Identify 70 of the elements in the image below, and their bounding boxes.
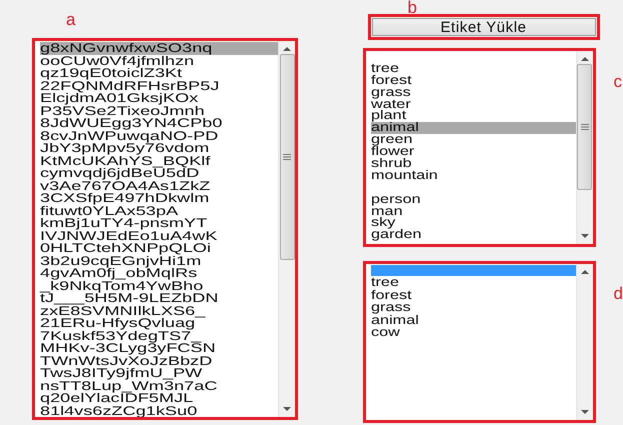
list-item[interactable]: animal — [370, 122, 576, 134]
list-item[interactable]: ElcjdmA01GksjKOx — [40, 92, 278, 104]
list-item[interactable]: TwsJ8ITy9jfmU_PW — [40, 367, 278, 380]
list-item[interactable]: animal — [370, 314, 576, 326]
list-item[interactable]: g8xNGvnwfxwSO3nq — [40, 42, 278, 54]
scroll-down-icon[interactable] — [283, 407, 291, 411]
image-listbox[interactable] — [32, 38, 298, 420]
list-item[interactable]: tree — [370, 62, 576, 75]
list-item[interactable]: P35VSe2TixeoJmnh — [40, 104, 278, 117]
list-item[interactable]: IVJNWJEdEo1uA4wK — [40, 230, 278, 242]
grip-icon — [580, 124, 589, 130]
result-listbox[interactable]: tree forest grass animal cow — [362, 261, 596, 423]
annotation-label: b — [408, 0, 417, 16]
scroll-up-icon[interactable] — [283, 47, 291, 51]
list-item[interactable]: forest — [370, 288, 576, 301]
list-item[interactable]: green — [370, 134, 576, 146]
list-item[interactable]: MHKv-3CLyg3yFCSN — [40, 342, 278, 354]
list-item[interactable]: 0HLTCtehXNPpQLOi — [40, 242, 278, 254]
annotation-label: c — [614, 73, 622, 90]
scroll-down-icon[interactable] — [580, 410, 589, 414]
list-item[interactable]: grass — [370, 301, 576, 314]
list-item[interactable]: q20elYlacIDF5MJL — [40, 392, 278, 404]
list-item[interactable]: fituwt0YLAx53pA — [40, 204, 278, 217]
list-item[interactable]: mountain — [370, 170, 576, 182]
annotation-label: d — [614, 285, 623, 302]
tag-listbox[interactable]: tree forest grass water plant animal green flower shrub mountain person man sky garden — [362, 48, 596, 247]
list-item[interactable]: shrub — [370, 158, 576, 170]
list-item[interactable]: 3b2u9cqEGnjvHi1m — [40, 254, 278, 267]
annotation-label: a — [66, 10, 76, 28]
list-item[interactable]: kmBj1uTY4-pnsmYT — [40, 217, 278, 230]
scroll-up-icon[interactable] — [580, 270, 589, 274]
list-item[interactable]: 22FQNMdRFHsrBP5J — [40, 80, 278, 92]
list-item[interactable]: man — [370, 206, 576, 218]
scroll-thumb[interactable] — [280, 54, 294, 260]
list-item[interactable]: nsTT8Lup_Wm3n7aC — [40, 380, 278, 392]
list-item[interactable]: forest — [370, 74, 576, 87]
list-item[interactable]: water — [370, 98, 576, 110]
scroll-thumb[interactable] — [577, 64, 592, 190]
list-item[interactable]: 3CXSfpE497hDkwlm — [40, 192, 278, 204]
list-item[interactable]: cow — [370, 326, 576, 338]
scrollbar[interactable] — [576, 51, 593, 244]
list-item[interactable]: tree — [370, 276, 576, 288]
list-item[interactable]: 7Kuskf53YdegTS7_ — [40, 330, 278, 342]
list-item[interactable]: 21ERu-HfysQvluag — [40, 317, 278, 330]
list-item[interactable]: plant — [370, 110, 576, 122]
list-item[interactable]: grass — [370, 86, 576, 99]
list-item[interactable]: flower — [370, 146, 576, 158]
list-item[interactable]: qz19qE0toiclZ3Kt — [40, 67, 278, 80]
list-item[interactable]: garden — [370, 229, 576, 242]
scrollbar[interactable] — [576, 264, 593, 420]
scroll-up-icon[interactable] — [580, 57, 589, 61]
list-item[interactable]: person — [370, 194, 576, 206]
load-tags-button[interactable]: Etiket Yükle — [368, 14, 600, 40]
list-item[interactable]: cymvqdj6jdBeU5dD — [40, 167, 278, 180]
scroll-down-icon[interactable] — [580, 234, 589, 238]
list-item[interactable]: zxE8SVMNIlkLXS6_ — [40, 304, 278, 317]
list-item[interactable]: 8JdWUEgg3YN4CPb0 — [40, 117, 278, 130]
list-item[interactable]: TWnWtsJvXoJzBbzD — [40, 354, 278, 367]
list-item[interactable]: _k9NkqTom4YwBho — [40, 280, 278, 292]
list-item[interactable]: v3Ae767OA4As1ZkZ — [40, 180, 278, 192]
list-item[interactable]: 8cvJnWPuwqaNO-PD — [40, 130, 278, 142]
list-item[interactable]: 81l4vs6zZCg1kSu0 — [40, 404, 278, 417]
list-item[interactable]: ooCUw0Vf4jfmlhzn — [40, 54, 278, 67]
grip-icon — [283, 154, 291, 160]
list-item[interactable]: JbY3pMpv5y76vdom — [40, 142, 278, 154]
list-item[interactable]: 4gvAm0fj_obMqlRs — [40, 267, 278, 280]
list-item[interactable]: KtMcUKAhYS_BQKlf — [40, 154, 278, 167]
list-item[interactable]: tJ___5H5M-9LEZbDN — [40, 292, 278, 304]
list-item[interactable]: sky — [370, 217, 576, 230]
scrollbar[interactable] — [278, 41, 295, 417]
